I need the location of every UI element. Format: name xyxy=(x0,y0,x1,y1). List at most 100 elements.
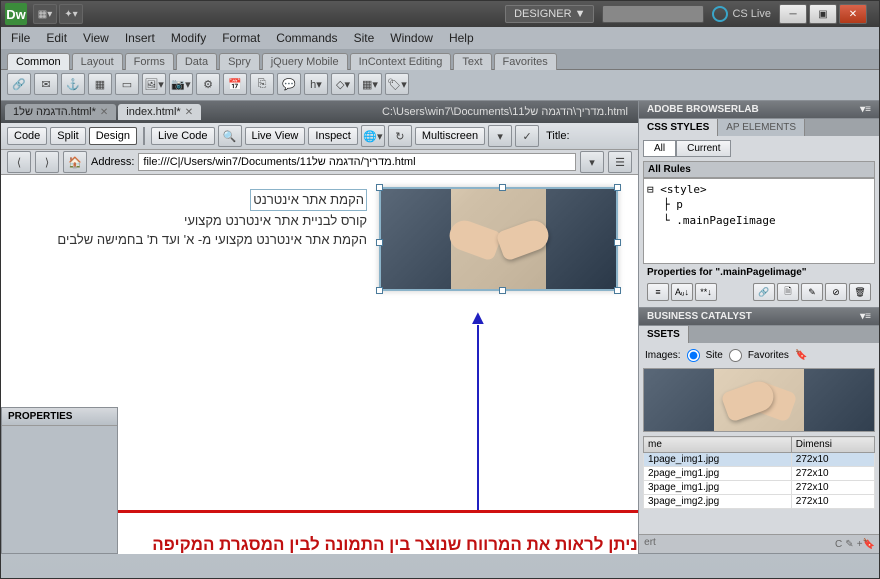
tab-common[interactable]: Common xyxy=(7,53,70,70)
css-current-button[interactable]: Current xyxy=(676,140,731,157)
div-icon[interactable]: ▭ xyxy=(115,73,139,95)
edit-rule-icon[interactable]: ✎ xyxy=(801,283,823,301)
options-icon[interactable]: ☰ xyxy=(608,151,632,173)
menu-insert[interactable]: Insert xyxy=(125,31,155,45)
assets-tab[interactable]: SSETS xyxy=(639,326,689,343)
livecode-button[interactable]: Live Code xyxy=(151,127,215,145)
css-rules-tree[interactable]: ⊟ <style> ├ p └ .mainPageIimage xyxy=(643,178,875,264)
email-icon[interactable]: ✉ xyxy=(34,73,58,95)
tab-layout[interactable]: Layout xyxy=(72,53,123,70)
assets-table[interactable]: meDimensi 1page_img1.jpg272x10 2page_img… xyxy=(643,436,875,509)
favorites-radio[interactable] xyxy=(729,349,742,362)
properties-panel-header[interactable]: PROPERTIES xyxy=(2,408,117,426)
tab-forms[interactable]: Forms xyxy=(125,53,174,70)
extend-menu-icon[interactable]: ✦▾ xyxy=(59,4,83,24)
maximize-button[interactable]: ▣ xyxy=(809,4,837,24)
doc-tab-1[interactable]: הדגמה של1.html*✕ xyxy=(5,104,116,120)
delete-rule-icon[interactable]: 🗑 xyxy=(849,283,871,301)
document-tabs: הדגמה של1.html*✕ index.html*✕ C:\Users\w… xyxy=(1,101,638,123)
minimize-button[interactable]: ─ xyxy=(779,4,807,24)
inspect-icon[interactable]: 🔍 xyxy=(218,125,242,147)
forward-icon[interactable]: ⟩ xyxy=(35,151,59,173)
hyperlink-icon[interactable]: 🔗 xyxy=(7,73,31,95)
site-radio[interactable] xyxy=(687,349,700,362)
close-icon[interactable]: ✕ xyxy=(185,107,193,118)
code-button[interactable]: Code xyxy=(7,127,47,145)
back-icon[interactable]: ⟨ xyxy=(7,151,31,173)
design-canvas[interactable]: הקמת אתר אינטרנט קורס לבניית אתר אינטרנט… xyxy=(1,175,638,554)
liveview-button[interactable]: Live View xyxy=(245,127,306,145)
show-set-icon[interactable]: **↓ xyxy=(695,283,717,301)
date-icon[interactable]: 📅 xyxy=(223,73,247,95)
menu-format[interactable]: Format xyxy=(222,31,260,45)
menu-window[interactable]: Window xyxy=(390,31,433,45)
menu-view[interactable]: View xyxy=(83,31,109,45)
head-icon[interactable]: h▾ xyxy=(304,73,328,95)
insert-tabbar: Common Layout Forms Data Spry jQuery Mob… xyxy=(1,49,879,70)
refresh-icon[interactable]: ↻ xyxy=(388,125,412,147)
favorite-asset-icon[interactable]: +🔖 xyxy=(857,539,875,550)
refresh-assets-icon[interactable]: C xyxy=(835,539,842,550)
properties-panel[interactable]: PROPERTIES xyxy=(1,407,118,554)
css-styles-tab[interactable]: CSS STYLES xyxy=(639,119,718,136)
validate-icon[interactable]: ✓ xyxy=(515,125,539,147)
widget-icon[interactable]: ⚙ xyxy=(196,73,220,95)
ssi-icon[interactable]: ⎘ xyxy=(250,73,274,95)
tag-icon[interactable]: 🏷▾ xyxy=(385,73,409,95)
go-icon[interactable]: ▾ xyxy=(580,151,604,173)
close-button[interactable]: ✕ xyxy=(839,4,867,24)
menu-help[interactable]: Help xyxy=(449,31,474,45)
table-row: 3page_img1.jpg272x10 xyxy=(644,481,875,495)
show-list-icon[interactable]: Aᵤ↓ xyxy=(671,283,693,301)
home-icon[interactable]: 🏠 xyxy=(63,151,87,173)
menu-edit[interactable]: Edit xyxy=(46,31,67,45)
script-icon[interactable]: ◇▾ xyxy=(331,73,355,95)
anchor-icon[interactable]: ⚓ xyxy=(61,73,85,95)
disable-icon[interactable]: ⊘ xyxy=(825,283,847,301)
split-button[interactable]: Split xyxy=(50,127,85,145)
workspace-switcher[interactable]: DESIGNER ▼ xyxy=(505,5,594,23)
tab-jquery[interactable]: jQuery Mobile xyxy=(262,53,348,70)
templates-icon[interactable]: ▦▾ xyxy=(358,73,382,95)
tab-text[interactable]: Text xyxy=(453,53,491,70)
menu-site[interactable]: Site xyxy=(354,31,375,45)
tab-data[interactable]: Data xyxy=(176,53,217,70)
inspect-button[interactable]: Inspect xyxy=(308,127,357,145)
title-label: Title: xyxy=(546,130,569,142)
table-row: 3page_img2.jpg272x10 xyxy=(644,495,875,509)
menu-file[interactable]: File xyxy=(11,31,30,45)
business-catalyst-header[interactable]: BUSINESS CATALYST▾≡ xyxy=(639,308,879,325)
tab-incontext[interactable]: InContext Editing xyxy=(350,53,452,70)
comment-icon[interactable]: 💬 xyxy=(277,73,301,95)
show-category-icon[interactable]: ≡ xyxy=(647,283,669,301)
menu-modify[interactable]: Modify xyxy=(171,31,206,45)
menu-commands[interactable]: Commands xyxy=(276,31,337,45)
tab-spry[interactable]: Spry xyxy=(219,53,260,70)
table-icon[interactable]: ▦ xyxy=(88,73,112,95)
tab-favorites[interactable]: Favorites xyxy=(494,53,557,70)
address-input[interactable] xyxy=(138,153,576,171)
image-icon[interactable]: 🖼▾ xyxy=(142,73,166,95)
properties-for-label: Properties for ".mainPageIimage" xyxy=(643,264,875,281)
ap-elements-tab[interactable]: AP ELEMENTS xyxy=(718,119,805,136)
doc-tab-2[interactable]: index.html*✕ xyxy=(118,104,201,120)
visual-aids-icon[interactable]: ▾ xyxy=(488,125,512,147)
css-all-button[interactable]: All xyxy=(643,140,676,157)
side-panel-group: ADOBE BROWSERLAB▾≡ CSS STYLES AP ELEMENT… xyxy=(638,101,879,554)
design-button[interactable]: Design xyxy=(89,127,137,145)
close-icon[interactable]: ✕ xyxy=(100,107,108,118)
search-input[interactable] xyxy=(602,5,704,23)
browserlab-panel-header[interactable]: ADOBE BROWSERLAB▾≡ xyxy=(639,101,879,118)
insert-button[interactable]: ert xyxy=(643,537,657,551)
browser-icon[interactable]: 🌐▾ xyxy=(361,125,385,147)
images-label: Images: xyxy=(645,350,681,361)
edit-asset-icon[interactable]: ✎ xyxy=(845,539,853,550)
new-rule-icon[interactable]: 🗎 xyxy=(777,283,799,301)
multiscreen-button[interactable]: Multiscreen xyxy=(415,127,485,145)
layout-menu-icon[interactable]: ▦▾ xyxy=(33,4,57,24)
attach-icon[interactable]: 🔗 xyxy=(753,283,775,301)
main-page-image[interactable] xyxy=(379,187,618,291)
table-row: 1page_img1.jpg272x10 xyxy=(644,453,875,467)
media-icon[interactable]: 📷▾ xyxy=(169,73,193,95)
cslive-button[interactable]: CS Live xyxy=(712,6,771,22)
